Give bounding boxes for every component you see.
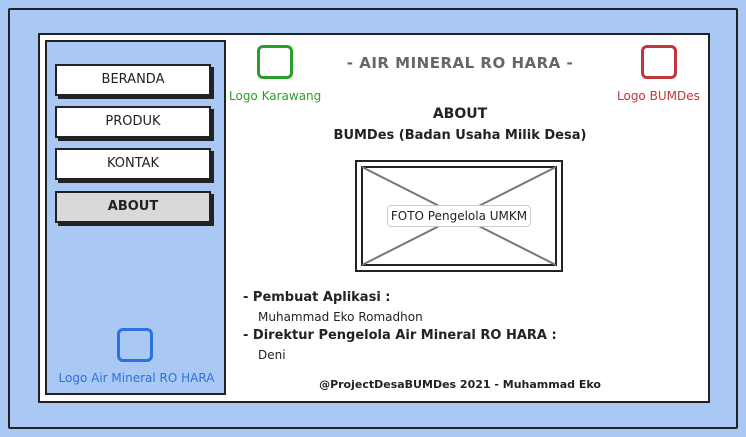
director-name: Deni (258, 348, 286, 362)
creator-name: Muhammad Eko Romadhon (258, 310, 423, 324)
ro-hara-logo-icon (117, 328, 153, 362)
footer-credit: @ProjectDesaBUMDes 2021 - Muhammad Eko (319, 378, 601, 391)
director-heading: - Direktur Pengelola Air Mineral RO HARA… (243, 328, 557, 343)
photo-placeholder: FOTO Pengelola UMKM (355, 160, 563, 272)
bumdes-logo-label: Logo BUMDes (617, 89, 700, 103)
ro-hara-logo-label: Logo Air Mineral RO HARA (58, 371, 215, 385)
app-title: - AIR MINERAL RO HARA - (346, 54, 574, 72)
bumdes-logo-icon (641, 45, 677, 79)
nav-about-button[interactable]: ABOUT (55, 191, 211, 223)
nav-beranda-button[interactable]: BERANDA (55, 64, 211, 96)
page-subtitle: BUMDes (Badan Usaha Milik Desa) (333, 128, 587, 143)
karawang-logo-icon (257, 45, 293, 79)
karawang-logo-label: Logo Karawang (229, 89, 322, 103)
creator-heading: - Pembuat Aplikasi : (243, 290, 391, 305)
page-title: ABOUT (432, 106, 488, 122)
nav-produk-button[interactable]: PRODUK (55, 106, 211, 138)
photo-placeholder-label: FOTO Pengelola UMKM (387, 205, 531, 227)
nav-kontak-button[interactable]: KONTAK (55, 148, 211, 180)
